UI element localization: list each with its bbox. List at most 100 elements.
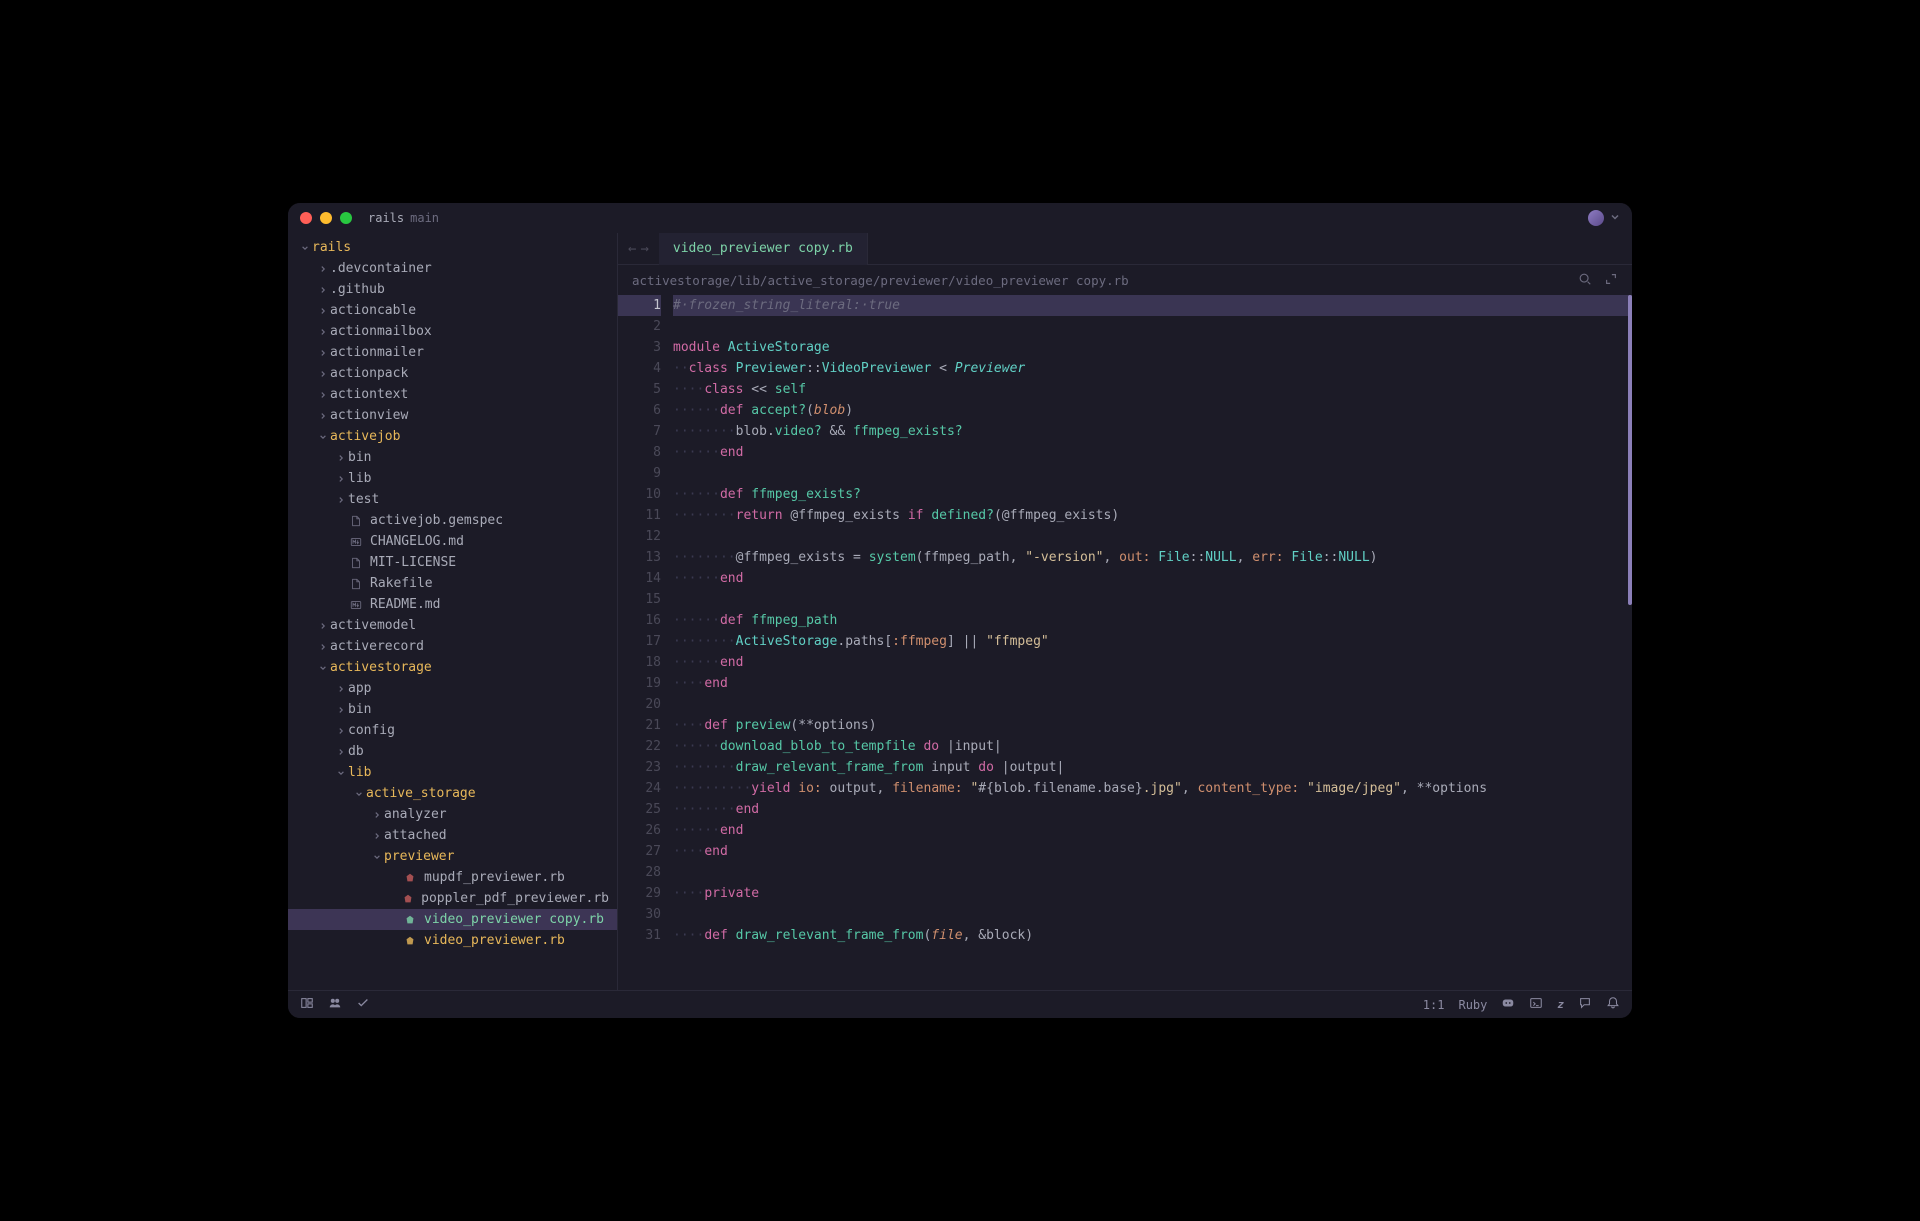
git-branch[interactable]: main	[410, 211, 439, 225]
tree-folder[interactable]: app	[288, 678, 617, 699]
nav-forward-icon[interactable]: →	[640, 241, 648, 257]
code-line[interactable]	[673, 904, 1632, 925]
tree-folder[interactable]: lib	[288, 468, 617, 489]
code-line[interactable]	[673, 862, 1632, 883]
zed-icon[interactable]: z	[1557, 998, 1564, 1011]
chevron-right-icon[interactable]	[334, 685, 348, 693]
code-line[interactable]: ········@ffmpeg_exists = system(ffmpeg_p…	[673, 547, 1632, 568]
tree-folder[interactable]: actionmailbox	[288, 321, 617, 342]
tree-folder[interactable]: analyzer	[288, 804, 617, 825]
tree-file[interactable]: activejob.gemspec	[288, 510, 617, 531]
tree-folder[interactable]: db	[288, 741, 617, 762]
language-mode[interactable]: Ruby	[1458, 998, 1487, 1012]
code-line[interactable]: ····def draw_relevant_frame_from(file, &…	[673, 925, 1632, 946]
code-line[interactable]: ········blob.video? && ffmpeg_exists?	[673, 421, 1632, 442]
nav-back-icon[interactable]: ←	[628, 241, 636, 257]
scrollbar-thumb[interactable]	[1628, 295, 1632, 605]
code-line[interactable]: ····end	[673, 673, 1632, 694]
tree-folder[interactable]: attached	[288, 825, 617, 846]
tree-file[interactable]: Rakefile	[288, 573, 617, 594]
tree-folder[interactable]: activejob	[288, 426, 617, 447]
tree-folder[interactable]: test	[288, 489, 617, 510]
tree-folder[interactable]: bin	[288, 699, 617, 720]
chevron-right-icon[interactable]	[334, 496, 348, 504]
code-line[interactable]	[673, 316, 1632, 337]
tree-folder[interactable]: .github	[288, 279, 617, 300]
chevron-down-icon[interactable]	[316, 433, 330, 441]
code-line[interactable]: ······end	[673, 820, 1632, 841]
close-window-button[interactable]	[300, 212, 312, 224]
code-line[interactable]: ········ActiveStorage.paths[:ffmpeg] || …	[673, 631, 1632, 652]
collaborators-icon[interactable]	[328, 996, 342, 1013]
chevron-down-icon[interactable]	[370, 853, 384, 861]
code-line[interactable]	[673, 526, 1632, 547]
code-line[interactable]: ········end	[673, 799, 1632, 820]
code-line[interactable]: ······def ffmpeg_path	[673, 610, 1632, 631]
code-line[interactable]: ····end	[673, 841, 1632, 862]
tree-folder[interactable]: activemodel	[288, 615, 617, 636]
chevron-right-icon[interactable]	[316, 328, 330, 336]
tree-file[interactable]: MIT-LICENSE	[288, 552, 617, 573]
code-line[interactable]: ··········yield io: output, filename: "#…	[673, 778, 1632, 799]
chevron-right-icon[interactable]	[316, 643, 330, 651]
code-line[interactable]	[673, 694, 1632, 715]
chevron-right-icon[interactable]	[316, 622, 330, 630]
terminal-icon[interactable]	[1529, 996, 1543, 1013]
tree-folder[interactable]: actioncable	[288, 300, 617, 321]
code-line[interactable]: ······end	[673, 568, 1632, 589]
code-line[interactable]: module ActiveStorage	[673, 337, 1632, 358]
diagnostics-icon[interactable]	[356, 996, 370, 1013]
code-area[interactable]: 1234567891011121314151617181920212223242…	[618, 295, 1632, 990]
chevron-right-icon[interactable]	[334, 706, 348, 714]
notifications-icon[interactable]	[1606, 996, 1620, 1013]
chevron-right-icon[interactable]	[316, 349, 330, 357]
tree-folder[interactable]: bin	[288, 447, 617, 468]
tree-folder[interactable]: activestorage	[288, 657, 617, 678]
tree-folder[interactable]: actionmailer	[288, 342, 617, 363]
feedback-icon[interactable]	[1578, 996, 1592, 1013]
search-icon[interactable]	[1578, 272, 1592, 289]
tree-file[interactable]: README.md	[288, 594, 617, 615]
breadcrumb-path[interactable]: activestorage/lib/active_storage/preview…	[632, 273, 1129, 288]
code-content[interactable]: #·frozen_string_literal:·truemodule Acti…	[673, 295, 1632, 990]
tree-file[interactable]: video_previewer.rb	[288, 930, 617, 951]
tree-folder[interactable]: .devcontainer	[288, 258, 617, 279]
editor-tab[interactable]: video_previewer copy.rb	[659, 233, 868, 265]
tree-file[interactable]: video_previewer copy.rb	[288, 909, 617, 930]
chevron-down-icon[interactable]	[316, 664, 330, 672]
chevron-down-icon[interactable]	[352, 790, 366, 798]
chevron-down-icon[interactable]	[298, 244, 312, 252]
chevron-down-icon[interactable]	[1610, 211, 1620, 226]
copilot-icon[interactable]	[1501, 996, 1515, 1013]
expand-icon[interactable]	[1604, 272, 1618, 289]
code-line[interactable]: ······download_blob_to_tempfile do |inpu…	[673, 736, 1632, 757]
tree-folder[interactable]: actiontext	[288, 384, 617, 405]
chevron-right-icon[interactable]	[316, 391, 330, 399]
chevron-right-icon[interactable]	[316, 265, 330, 273]
maximize-window-button[interactable]	[340, 212, 352, 224]
code-line[interactable]: ··class Previewer::VideoPreviewer < Prev…	[673, 358, 1632, 379]
chevron-down-icon[interactable]	[334, 769, 348, 777]
code-line[interactable]	[673, 463, 1632, 484]
code-line[interactable]: ······end	[673, 652, 1632, 673]
code-line[interactable]: ····private	[673, 883, 1632, 904]
tree-folder[interactable]: active_storage	[288, 783, 617, 804]
tree-folder[interactable]: activerecord	[288, 636, 617, 657]
code-line[interactable]: ······def ffmpeg_exists?	[673, 484, 1632, 505]
code-line[interactable]: ····class << self	[673, 379, 1632, 400]
code-line[interactable]: ······def accept?(blob)	[673, 400, 1632, 421]
tree-folder[interactable]: actionpack	[288, 363, 617, 384]
tree-folder[interactable]: rails	[288, 237, 617, 258]
project-panel-icon[interactable]	[300, 996, 314, 1013]
code-line[interactable]	[673, 589, 1632, 610]
code-line[interactable]: ····def preview(**options)	[673, 715, 1632, 736]
chevron-right-icon[interactable]	[316, 286, 330, 294]
chevron-right-icon[interactable]	[316, 370, 330, 378]
chevron-right-icon[interactable]	[316, 307, 330, 315]
tree-folder[interactable]: previewer	[288, 846, 617, 867]
file-tree[interactable]: rails.devcontainer.githubactioncableacti…	[288, 233, 618, 990]
chevron-right-icon[interactable]	[316, 412, 330, 420]
tree-folder[interactable]: actionview	[288, 405, 617, 426]
chevron-right-icon[interactable]	[370, 811, 384, 819]
chevron-right-icon[interactable]	[334, 748, 348, 756]
